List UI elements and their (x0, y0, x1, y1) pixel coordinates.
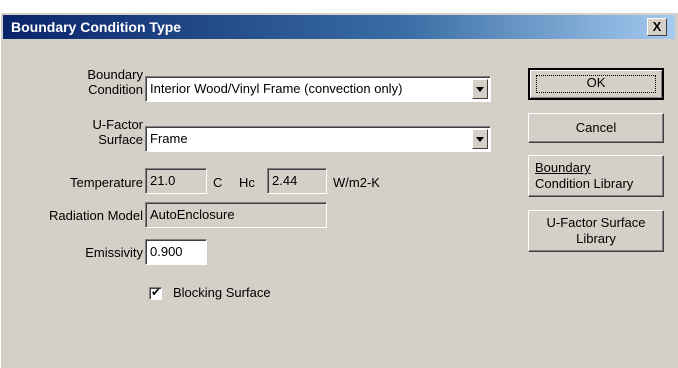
boundary-condition-value: Interior Wood/Vinyl Frame (convection on… (150, 81, 403, 96)
ufactor-surface-select[interactable]: Frame (145, 126, 491, 152)
cancel-button[interactable]: Cancel (528, 113, 664, 143)
hc-unit: W/m2-K (333, 175, 380, 190)
boundary-condition-label: Boundary Condition (87, 67, 143, 97)
ufactor-surface-label: U-Factor Surface (92, 117, 143, 147)
hc-field: 2.44 (267, 168, 327, 194)
checkmark-icon: ✔ (151, 285, 162, 299)
ufactor-surface-value: Frame (150, 131, 188, 146)
ok-button[interactable]: OK (528, 68, 664, 100)
temperature-label: Temperature (70, 175, 143, 190)
hc-label: Hc (239, 175, 255, 190)
title-bar: Boundary Condition Type X (3, 15, 675, 39)
emissivity-input[interactable]: 0.900 (145, 239, 207, 265)
radiation-model-label: Radiation Model (49, 208, 143, 223)
emissivity-label: Emissivity (85, 245, 143, 260)
boundary-condition-select[interactable]: Interior Wood/Vinyl Frame (convection on… (145, 76, 491, 102)
close-button[interactable]: X (647, 18, 667, 36)
radiation-model-field: AutoEnclosure (145, 202, 327, 228)
chevron-down-icon[interactable] (472, 129, 488, 149)
close-icon: X (652, 19, 662, 34)
blocking-surface-checkbox[interactable]: ✔ (149, 285, 162, 300)
boundary-condition-dialog: Boundary Condition Type X Boundary Condi… (0, 12, 678, 368)
dialog-title: Boundary Condition Type (11, 19, 182, 35)
boundary-condition-library-button[interactable]: Boundary Condition Library (528, 155, 664, 197)
blocking-surface-label[interactable]: Blocking Surface (173, 285, 271, 300)
ufactor-surface-library-button[interactable]: U-Factor Surface Library (528, 210, 664, 252)
temperature-unit: C (213, 175, 223, 190)
focus-ring (536, 75, 656, 93)
temperature-field: 21.0 (145, 168, 207, 194)
chevron-down-icon[interactable] (472, 79, 488, 99)
